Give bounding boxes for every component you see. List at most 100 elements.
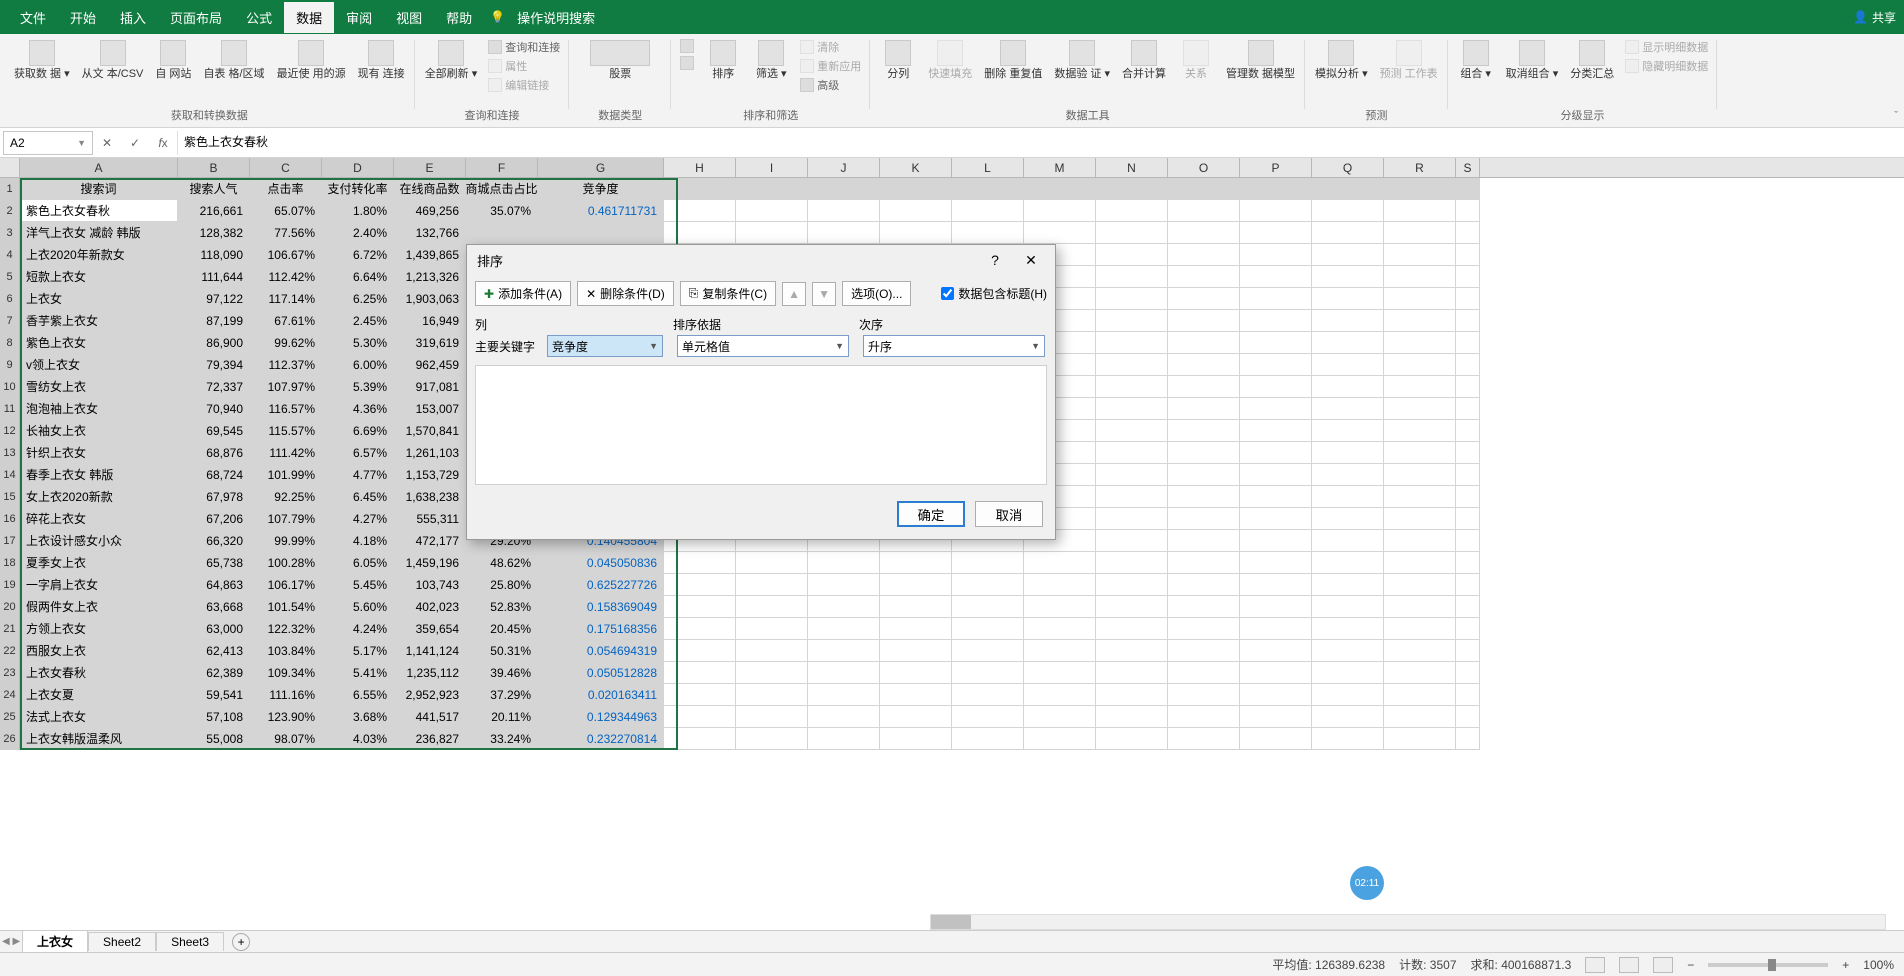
cell[interactable] (1096, 508, 1168, 530)
tab-review[interactable]: 审阅 (334, 2, 384, 33)
horizontal-scrollbar[interactable] (930, 914, 1886, 930)
cell[interactable]: 4.77% (322, 464, 394, 486)
cell[interactable] (1384, 354, 1456, 376)
cell[interactable] (664, 640, 736, 662)
cell[interactable]: 5.45% (322, 574, 394, 596)
row-header[interactable]: 2 (0, 200, 20, 222)
cell[interactable] (1096, 332, 1168, 354)
cell[interactable] (1240, 376, 1312, 398)
cell[interactable]: 67,206 (178, 508, 250, 530)
column-header[interactable]: D (322, 158, 394, 177)
cell[interactable] (736, 640, 808, 662)
cell[interactable]: 87,199 (178, 310, 250, 332)
forecast-sheet-button[interactable]: 预测 工作表 (1376, 38, 1442, 83)
enter-formula-icon[interactable]: ✓ (121, 136, 149, 150)
cell[interactable] (1456, 596, 1480, 618)
cell[interactable] (1240, 640, 1312, 662)
cell[interactable]: 1,570,841 (394, 420, 466, 442)
cell[interactable]: 竞争度 (538, 178, 664, 200)
cell[interactable] (1168, 310, 1240, 332)
sort-button[interactable]: 排序 (701, 38, 745, 83)
tab-insert[interactable]: 插入 (108, 2, 158, 33)
cell[interactable]: 上衣女夏 (20, 684, 178, 706)
cell[interactable] (1240, 596, 1312, 618)
cell[interactable] (1456, 662, 1480, 684)
cell[interactable] (808, 200, 880, 222)
cell[interactable]: 点击率 (250, 178, 322, 200)
sheet-tab-1[interactable]: 上衣女 (22, 930, 88, 954)
cell[interactable] (1168, 178, 1240, 200)
cell[interactable]: 48.62% (466, 552, 538, 574)
cell[interactable] (1384, 376, 1456, 398)
row-header[interactable]: 20 (0, 596, 20, 618)
cell[interactable] (664, 728, 736, 750)
consolidate-button[interactable]: 合并计算 (1118, 38, 1170, 83)
cell[interactable] (1456, 442, 1480, 464)
cell[interactable]: 4.24% (322, 618, 394, 640)
existing-connections-button[interactable]: 现有 连接 (354, 38, 409, 83)
row-header[interactable]: 14 (0, 464, 20, 486)
cell[interactable]: 2,952,923 (394, 684, 466, 706)
view-layout-button[interactable] (1619, 957, 1639, 973)
sort-on-select[interactable]: 单元格值▼ (677, 335, 849, 357)
cell[interactable] (880, 684, 952, 706)
cell[interactable] (1096, 728, 1168, 750)
column-header[interactable]: K (880, 158, 952, 177)
cell[interactable]: 1,439,865 (394, 244, 466, 266)
cell[interactable]: 3.68% (322, 706, 394, 728)
cell[interactable] (1096, 684, 1168, 706)
cell[interactable] (1240, 662, 1312, 684)
cell[interactable] (1240, 464, 1312, 486)
cell[interactable] (736, 618, 808, 640)
cell[interactable] (1456, 706, 1480, 728)
cell[interactable] (1024, 640, 1096, 662)
cell[interactable] (736, 200, 808, 222)
cell[interactable]: 0.175168356 (538, 618, 664, 640)
cell[interactable]: 0.050512828 (538, 662, 664, 684)
cell[interactable] (1168, 244, 1240, 266)
cell[interactable] (1312, 200, 1384, 222)
cell[interactable]: 2.40% (322, 222, 394, 244)
cell[interactable] (808, 552, 880, 574)
cell[interactable]: 在线商品数 (394, 178, 466, 200)
cell[interactable] (1096, 596, 1168, 618)
cancel-button[interactable]: 取消 (975, 501, 1043, 527)
cell[interactable]: 99.99% (250, 530, 322, 552)
cancel-formula-icon[interactable]: ✕ (93, 136, 121, 150)
cell[interactable] (1384, 244, 1456, 266)
cell[interactable] (1384, 728, 1456, 750)
cell[interactable]: 上衣设计感女小众 (20, 530, 178, 552)
cell[interactable] (1384, 310, 1456, 332)
group-button[interactable]: 组合 ▾ (1454, 38, 1498, 83)
cell[interactable]: 112.42% (250, 266, 322, 288)
cell[interactable] (880, 596, 952, 618)
cell[interactable]: 117.14% (250, 288, 322, 310)
cell[interactable] (1456, 684, 1480, 706)
cell[interactable] (1024, 618, 1096, 640)
cell[interactable] (1456, 398, 1480, 420)
cell[interactable] (1168, 552, 1240, 574)
zoom-value[interactable]: 100% (1863, 958, 1894, 972)
cell[interactable] (1456, 640, 1480, 662)
row-header[interactable]: 12 (0, 420, 20, 442)
cell[interactable] (1240, 332, 1312, 354)
cell[interactable]: 99.62% (250, 332, 322, 354)
cell[interactable] (1240, 442, 1312, 464)
recent-sources-button[interactable]: 最近使 用的源 (273, 38, 350, 83)
cell[interactable] (952, 574, 1024, 596)
cell[interactable] (1240, 420, 1312, 442)
delete-level-button[interactable]: ✕删除条件(D) (577, 281, 674, 306)
move-up-button[interactable]: ▲ (782, 282, 806, 306)
tab-data[interactable]: 数据 (284, 2, 334, 33)
cell[interactable]: 1.80% (322, 200, 394, 222)
cell[interactable] (1168, 530, 1240, 552)
column-header[interactable]: I (736, 158, 808, 177)
cell[interactable] (952, 728, 1024, 750)
cell[interactable]: 夏季女上衣 (20, 552, 178, 574)
cell[interactable] (1384, 706, 1456, 728)
cell[interactable]: 1,903,063 (394, 288, 466, 310)
cell[interactable] (1384, 596, 1456, 618)
cell[interactable] (736, 728, 808, 750)
cell[interactable] (808, 640, 880, 662)
cell[interactable]: 216,661 (178, 200, 250, 222)
